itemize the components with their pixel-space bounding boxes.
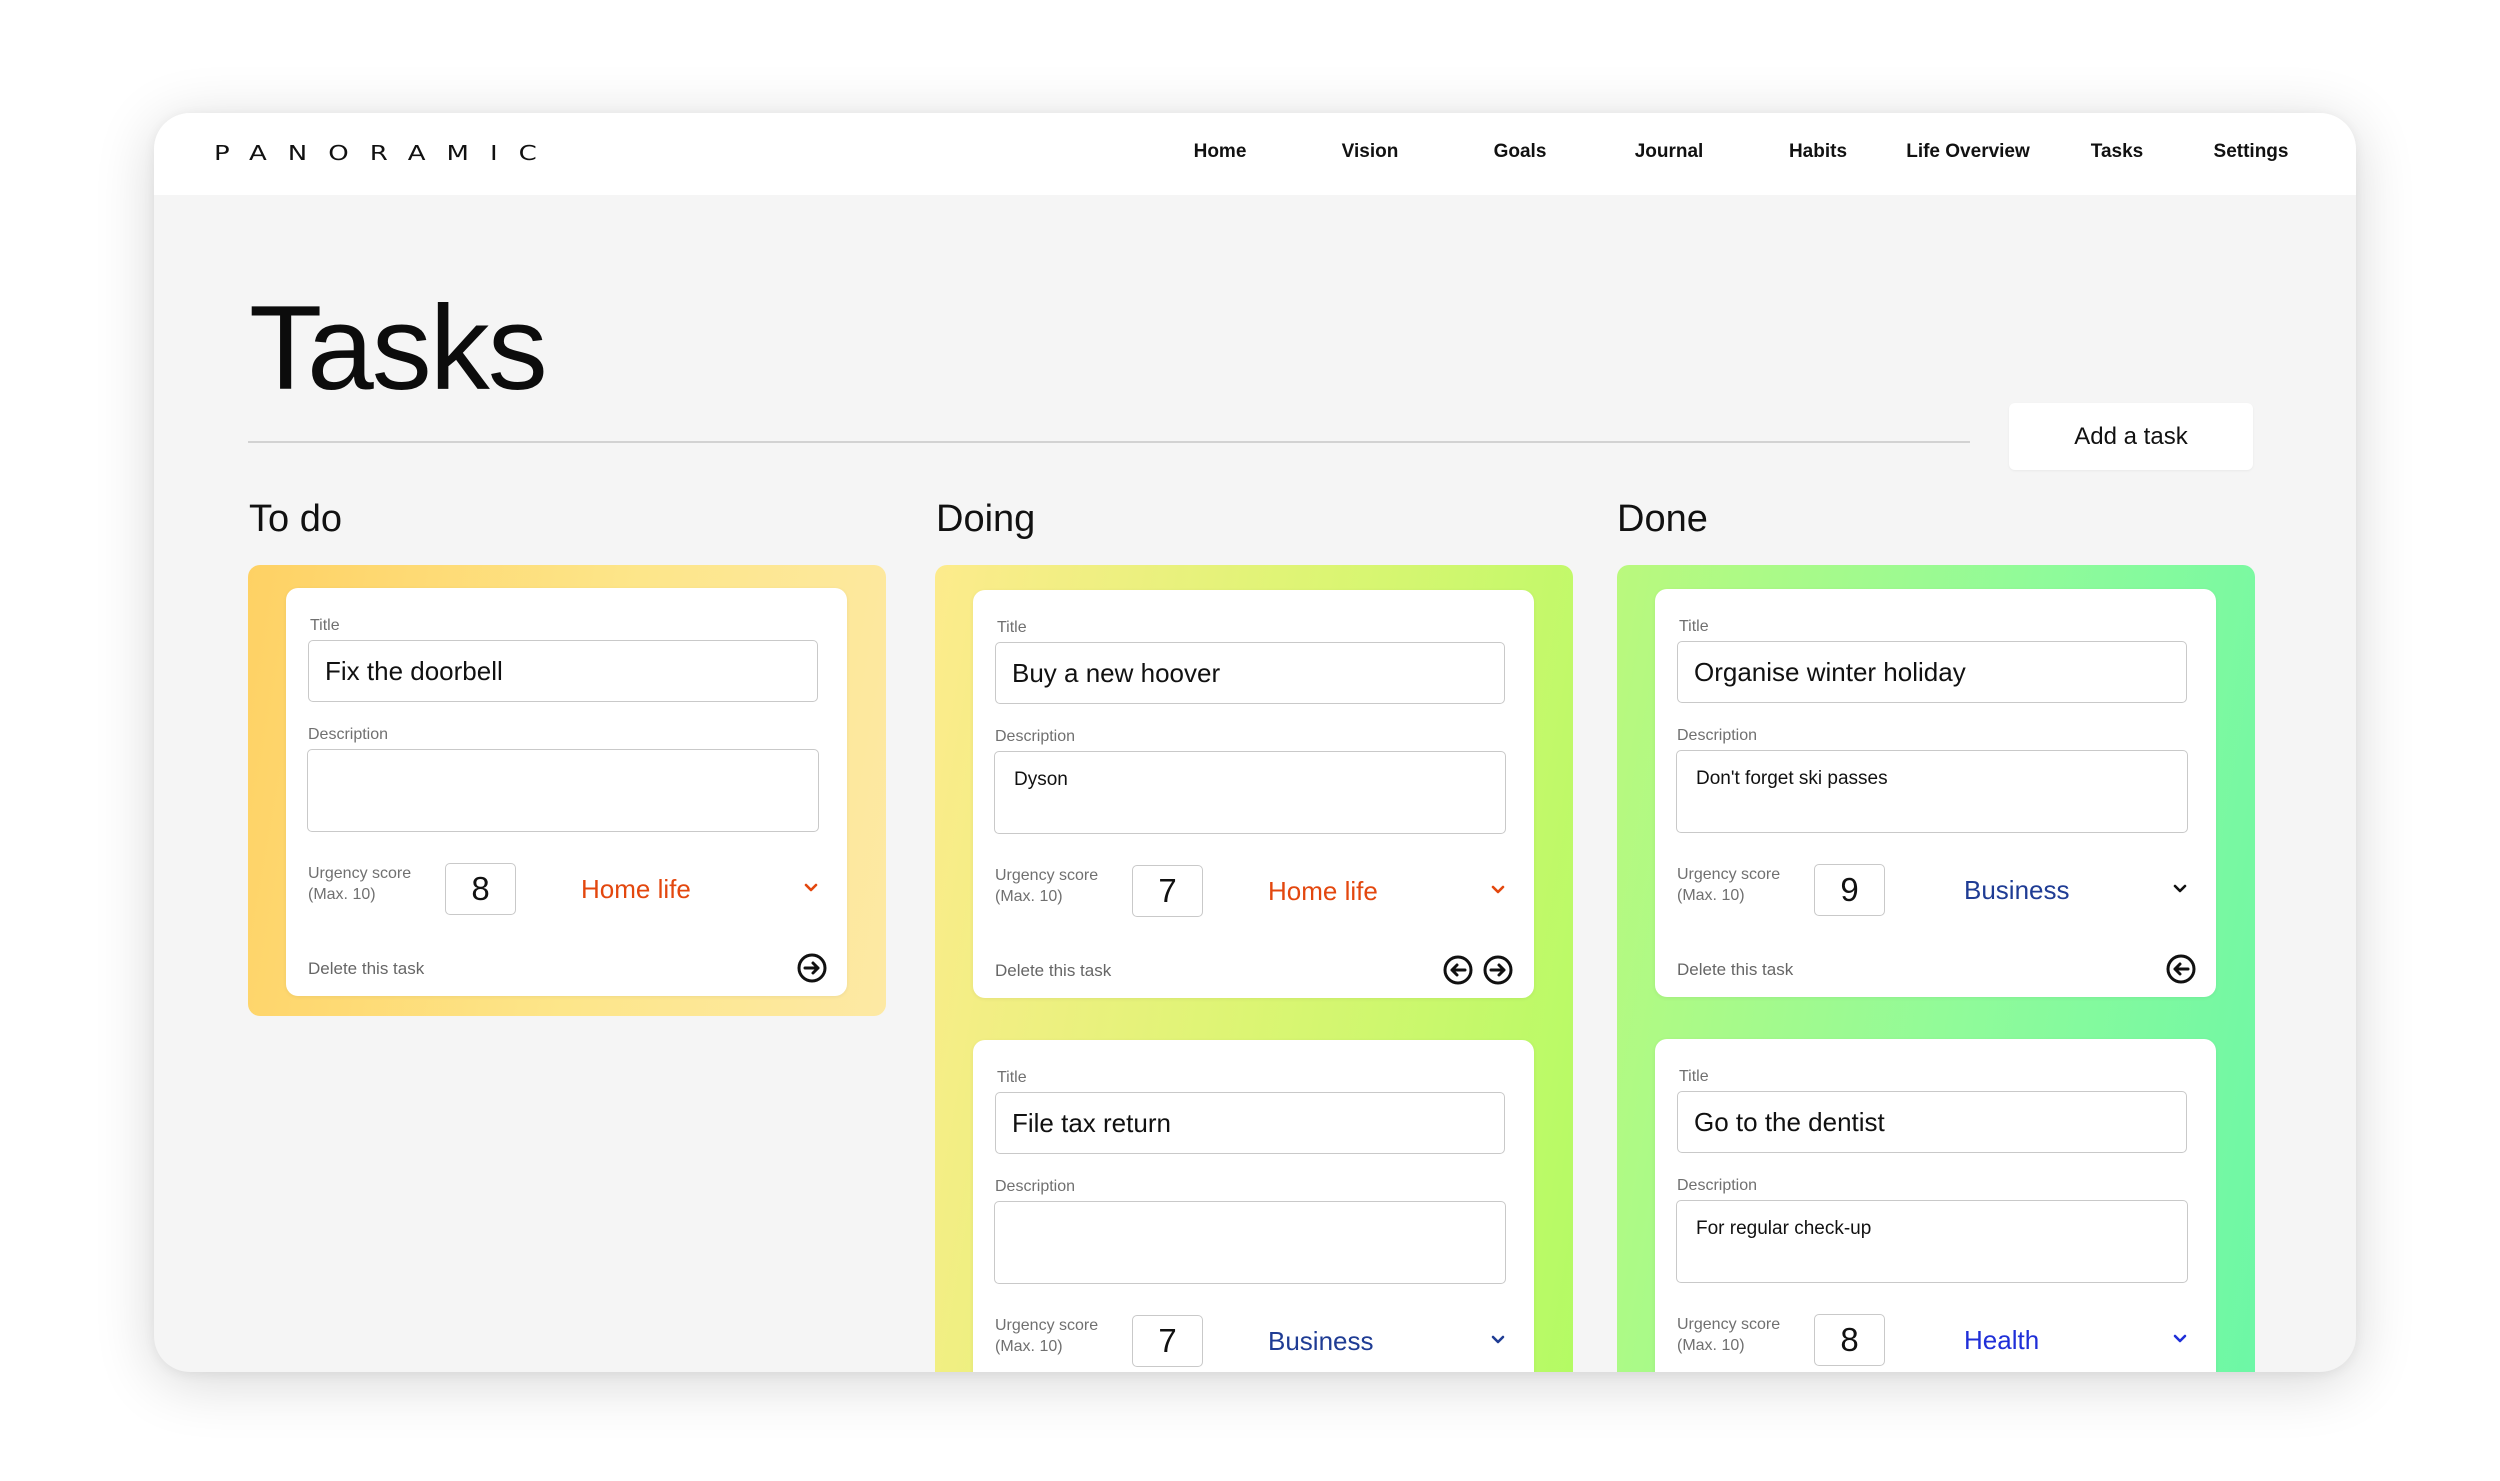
task-title-input[interactable] bbox=[308, 640, 818, 702]
urgency-label: Urgency score (Max. 10) bbox=[308, 864, 411, 906]
brand-logo[interactable]: PANORAMIC bbox=[214, 142, 558, 165]
title-label: Title bbox=[1679, 618, 1709, 635]
task-card: Title Description Urgency score (Max. 10)… bbox=[286, 588, 847, 996]
category-select[interactable]: Business bbox=[1268, 1316, 1508, 1366]
circle-arrow-right-icon bbox=[1483, 955, 1513, 985]
urgency-score-input[interactable]: 8 bbox=[1814, 1314, 1885, 1366]
category-value: Health bbox=[1964, 1325, 2040, 1355]
chevron-down-icon bbox=[1491, 1335, 1505, 1344]
task-description-input[interactable] bbox=[307, 749, 819, 832]
title-label: Title bbox=[997, 1069, 1027, 1086]
category-select[interactable]: Health bbox=[1950, 1315, 2190, 1365]
delete-task-link[interactable]: Delete this task bbox=[995, 961, 1111, 981]
chevron-down-icon bbox=[2173, 884, 2187, 893]
column-todo: Title Description Urgency score (Max. 10)… bbox=[248, 565, 886, 1016]
nav-home[interactable]: Home bbox=[1194, 141, 1247, 163]
task-card: Title Description Dyson Urgency score (Ma… bbox=[973, 590, 1534, 998]
circle-arrow-left-icon bbox=[2166, 954, 2196, 984]
urgency-label-text: Urgency score bbox=[1677, 1316, 1781, 1333]
task-description-input[interactable]: Don't forget ski passes bbox=[1676, 750, 2188, 833]
app-window: PANORAMIC Home Vision Goals Journal Habi… bbox=[154, 113, 2356, 1372]
circle-arrow-right-icon bbox=[797, 953, 827, 983]
delete-task-link[interactable]: Delete this task bbox=[1677, 960, 1793, 980]
urgency-label: Urgency score (Max. 10) bbox=[995, 1316, 1098, 1358]
title-label: Title bbox=[1679, 1068, 1709, 1085]
category-value: Business bbox=[1964, 875, 2070, 905]
task-title-input[interactable] bbox=[1677, 641, 2187, 703]
urgency-score-input[interactable]: 8 bbox=[445, 863, 516, 915]
description-label: Description bbox=[308, 726, 389, 743]
description-label: Description bbox=[995, 728, 1076, 745]
nav-life-overview[interactable]: Life Overview bbox=[1906, 141, 2030, 163]
urgency-score-input[interactable]: 9 bbox=[1814, 864, 1885, 916]
description-label: Description bbox=[1677, 727, 1758, 744]
task-title-input[interactable] bbox=[995, 642, 1505, 704]
move-right-button[interactable] bbox=[1482, 954, 1514, 986]
task-description-input[interactable]: For regular check-up bbox=[1676, 1200, 2188, 1283]
urgency-max-text: (Max. 10) bbox=[1677, 886, 1745, 904]
category-select[interactable]: Home life bbox=[1268, 866, 1508, 916]
nav-tasks[interactable]: Tasks bbox=[2091, 141, 2143, 163]
description-label: Description bbox=[1677, 1177, 1758, 1194]
urgency-label: Urgency score (Max. 10) bbox=[1677, 1315, 1780, 1357]
column-header-doing: Doing bbox=[936, 498, 1036, 540]
page-title: Tasks bbox=[249, 281, 548, 415]
chevron-down-icon bbox=[804, 883, 818, 892]
delete-task-link[interactable]: Delete this task bbox=[308, 959, 424, 979]
urgency-label-text: Urgency score bbox=[995, 1317, 1099, 1334]
nav-settings[interactable]: Settings bbox=[2214, 141, 2289, 163]
chevron-down-icon bbox=[2173, 1334, 2187, 1343]
task-card: Title Description Urgency score (Max. 10)… bbox=[973, 1040, 1534, 1372]
add-task-button[interactable]: Add a task bbox=[2009, 403, 2253, 470]
urgency-label-text: Urgency score bbox=[1677, 866, 1781, 883]
task-description-input[interactable] bbox=[994, 1201, 1506, 1284]
task-card: Title Description For regular check-up U… bbox=[1655, 1039, 2216, 1372]
title-label: Title bbox=[997, 619, 1027, 636]
top-navigation-bar: PANORAMIC Home Vision Goals Journal Habi… bbox=[154, 113, 2356, 195]
urgency-score-input[interactable]: 7 bbox=[1132, 865, 1203, 917]
column-header-todo: To do bbox=[249, 498, 342, 540]
circle-arrow-left-icon bbox=[1443, 955, 1473, 985]
urgency-max-text: (Max. 10) bbox=[308, 885, 376, 903]
task-title-input[interactable] bbox=[995, 1092, 1505, 1154]
nav-journal[interactable]: Journal bbox=[1635, 141, 1704, 163]
column-header-done: Done bbox=[1617, 498, 1708, 540]
nav-goals[interactable]: Goals bbox=[1494, 141, 1547, 163]
move-left-button[interactable] bbox=[2165, 953, 2197, 985]
title-label: Title bbox=[310, 617, 340, 634]
urgency-max-text: (Max. 10) bbox=[995, 1337, 1063, 1355]
title-divider bbox=[248, 441, 1970, 443]
move-right-button[interactable] bbox=[796, 952, 828, 984]
category-value: Home life bbox=[581, 874, 691, 904]
urgency-label-text: Urgency score bbox=[995, 867, 1099, 884]
category-value: Business bbox=[1268, 1326, 1374, 1356]
nav-habits[interactable]: Habits bbox=[1789, 141, 1847, 163]
task-card: Title Description Don't forget ski passe… bbox=[1655, 589, 2216, 997]
urgency-label-text: Urgency score bbox=[308, 865, 412, 882]
urgency-score-input[interactable]: 7 bbox=[1132, 1315, 1203, 1367]
category-select[interactable]: Business bbox=[1950, 865, 2190, 915]
urgency-max-text: (Max. 10) bbox=[1677, 1336, 1745, 1354]
task-description-input[interactable]: Dyson bbox=[994, 751, 1506, 834]
task-title-input[interactable] bbox=[1677, 1091, 2187, 1153]
chevron-down-icon bbox=[1491, 885, 1505, 894]
column-done: Title Description Don't forget ski passe… bbox=[1617, 565, 2255, 1372]
move-left-button[interactable] bbox=[1442, 954, 1474, 986]
urgency-max-text: (Max. 10) bbox=[995, 887, 1063, 905]
category-value: Home life bbox=[1268, 876, 1378, 906]
category-select[interactable]: Home life bbox=[581, 864, 821, 914]
nav-vision[interactable]: Vision bbox=[1342, 141, 1399, 163]
column-doing: Title Description Dyson Urgency score (Ma… bbox=[935, 565, 1573, 1372]
urgency-label: Urgency score (Max. 10) bbox=[1677, 865, 1780, 907]
description-label: Description bbox=[995, 1178, 1076, 1195]
urgency-label: Urgency score (Max. 10) bbox=[995, 866, 1098, 908]
